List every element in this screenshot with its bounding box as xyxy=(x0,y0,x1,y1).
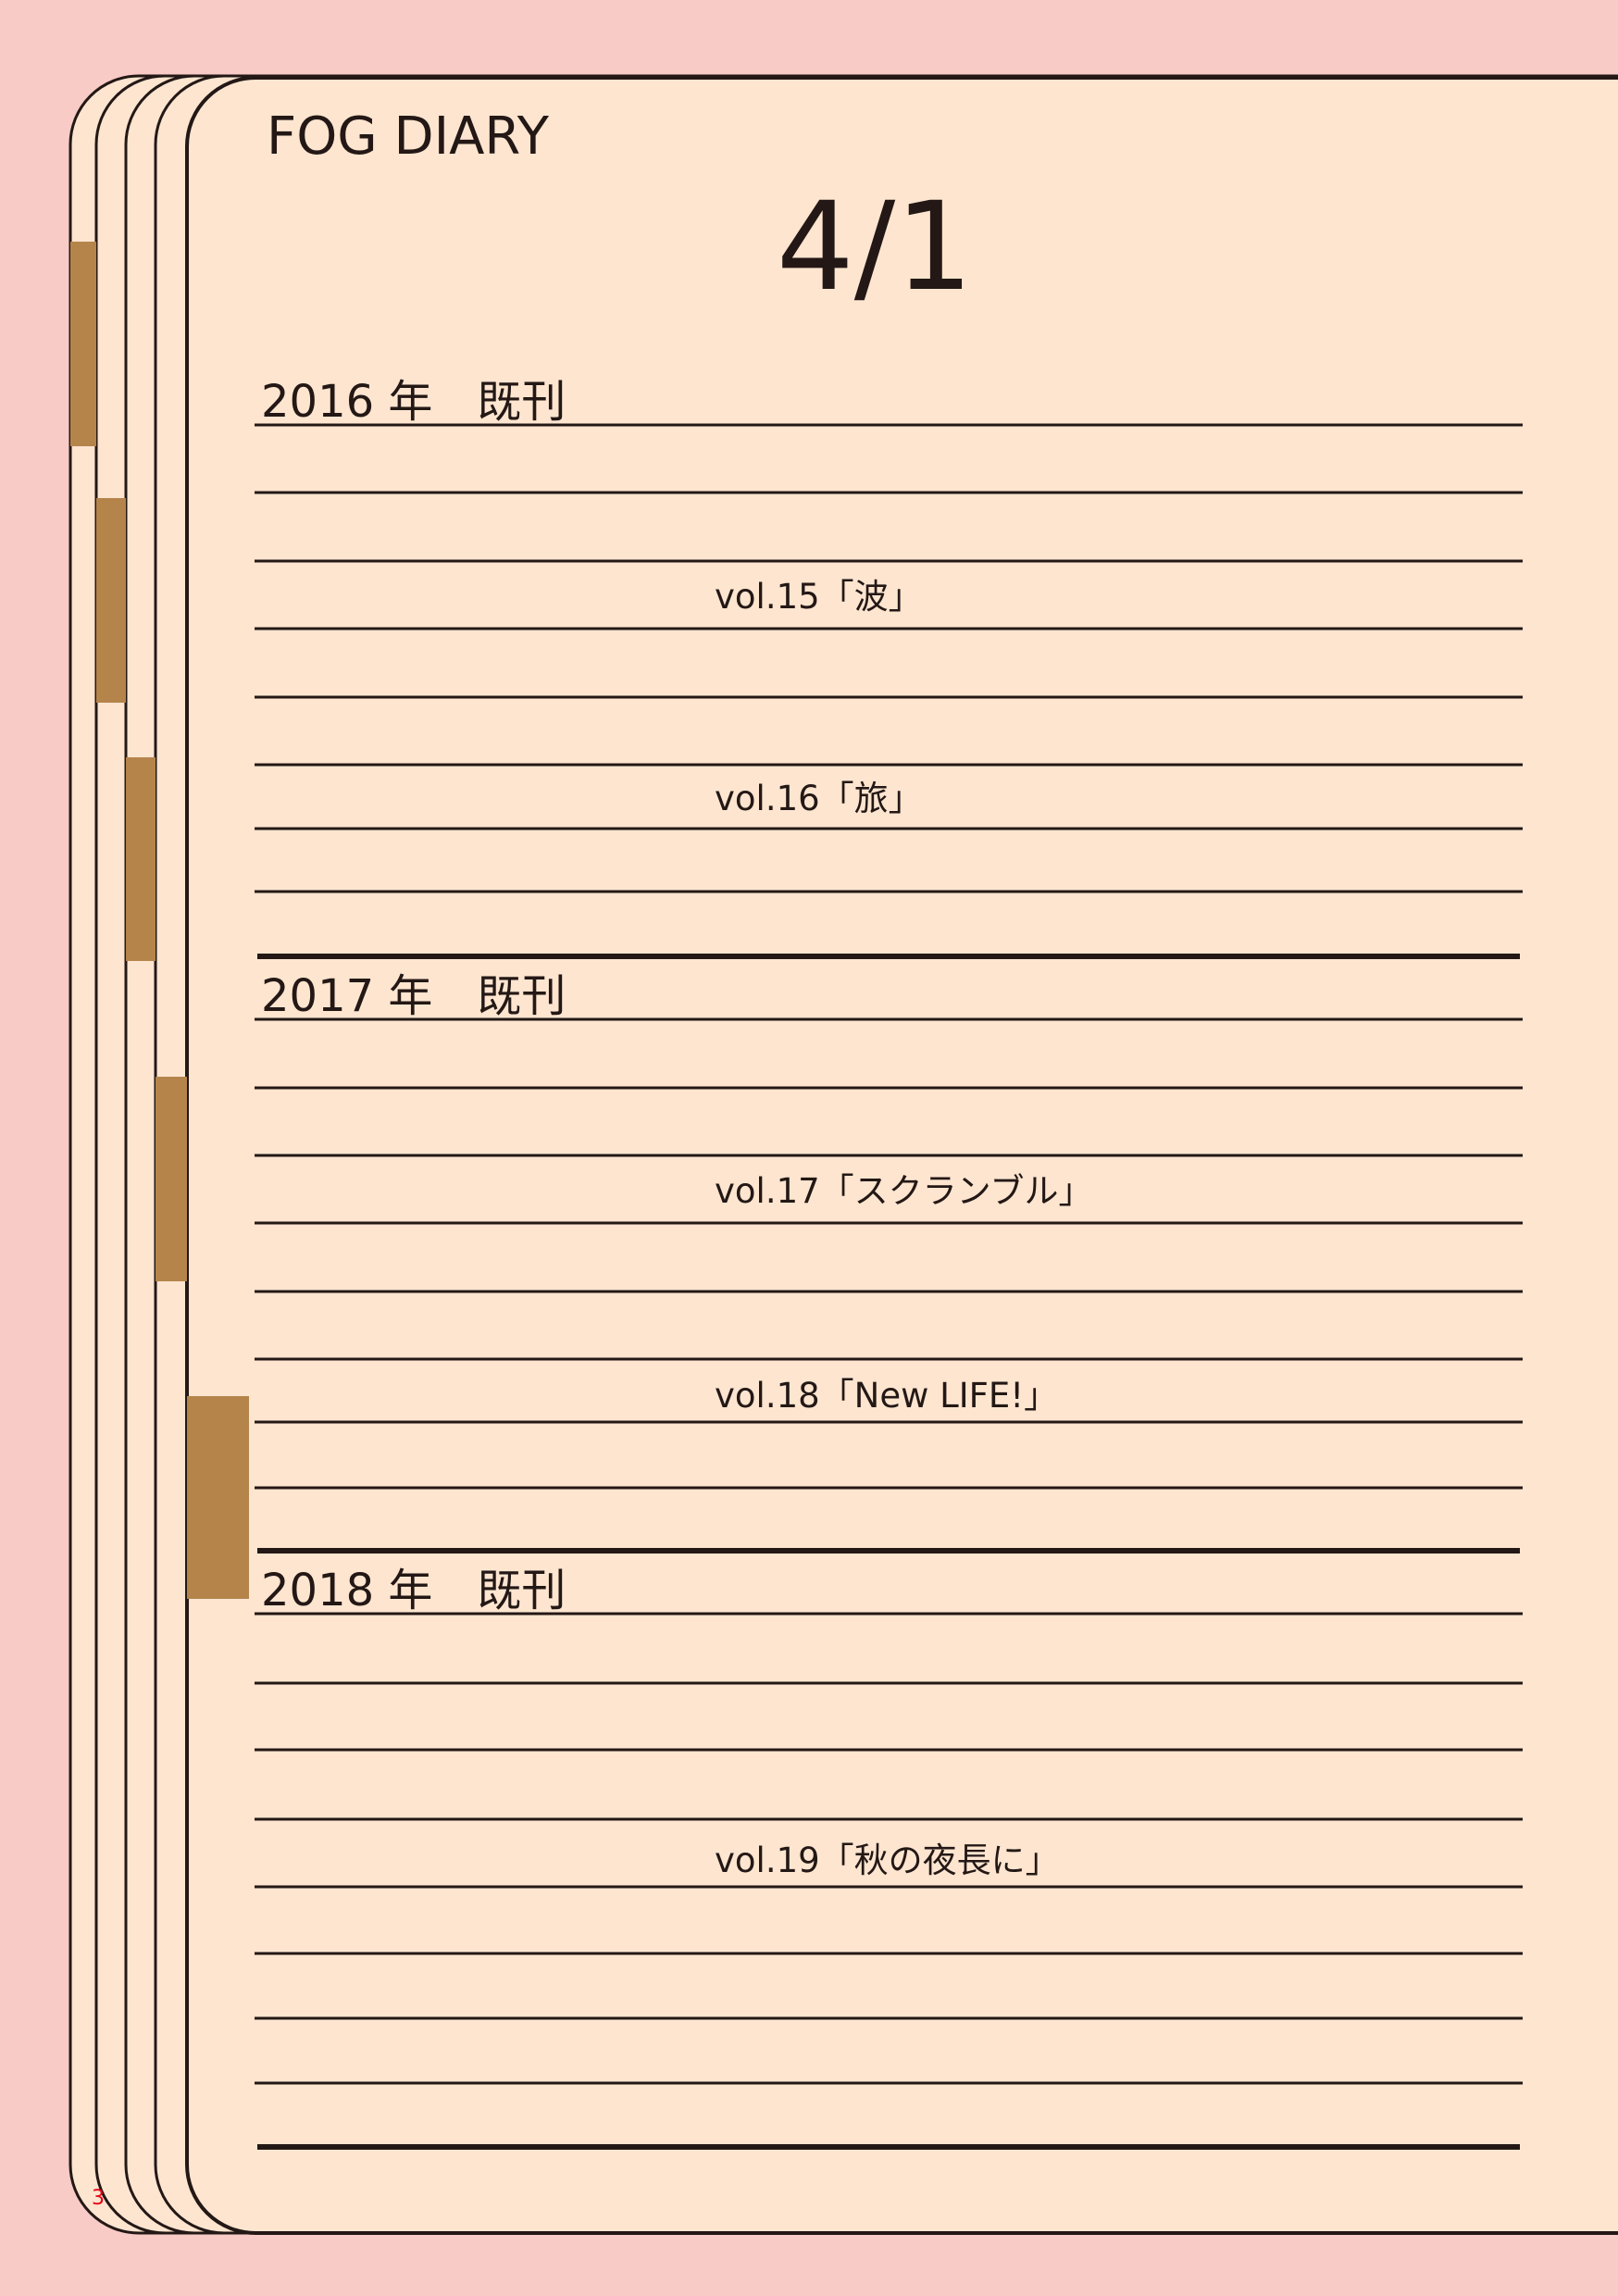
index-tab xyxy=(96,498,126,703)
diary-canvas: FOG DIARY 4/1 2016 年 既刊 vol.15「波」 vol.16… xyxy=(0,0,1618,2296)
index-tab xyxy=(156,1077,187,1281)
diary-title: FOG DIARY xyxy=(267,106,550,167)
issue-entry: vol.19「秋の夜長に」 xyxy=(715,1841,1060,1880)
issue-entry: vol.18「New LIFE!」 xyxy=(715,1376,1058,1416)
index-tab xyxy=(70,242,96,446)
section-heading: 2018 年 既刊 xyxy=(261,1565,566,1616)
page-date: 4/1 xyxy=(777,176,973,318)
issue-entry: vol.15「波」 xyxy=(715,577,923,617)
section-heading: 2016 年 既刊 xyxy=(261,376,566,428)
index-tab xyxy=(187,1396,249,1599)
page-number: 3 xyxy=(92,2187,105,2210)
issue-entry: vol.17「スクランブル」 xyxy=(715,1171,1093,1211)
section-heading: 2017 年 既刊 xyxy=(261,970,566,1022)
index-tab xyxy=(126,757,156,961)
issue-entry: vol.16「旅」 xyxy=(715,779,923,818)
